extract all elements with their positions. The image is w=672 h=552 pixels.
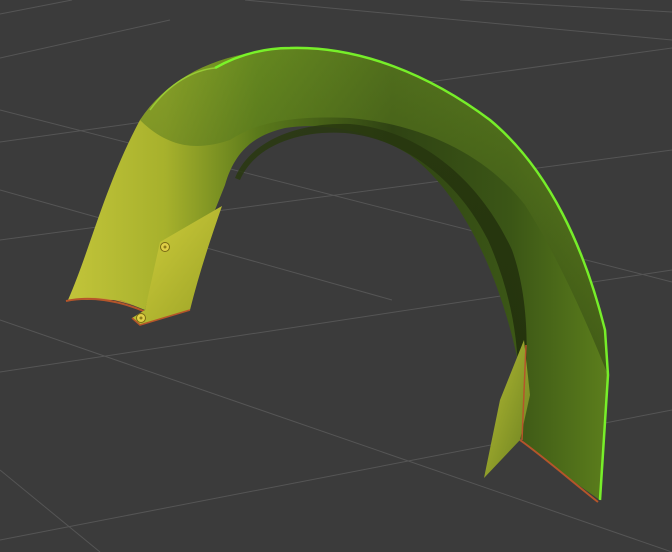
bolt-icon — [136, 313, 146, 323]
bolt-icon — [160, 242, 170, 252]
fender-arch-model[interactable] — [65, 46, 610, 503]
3d-viewport[interactable] — [0, 0, 672, 552]
